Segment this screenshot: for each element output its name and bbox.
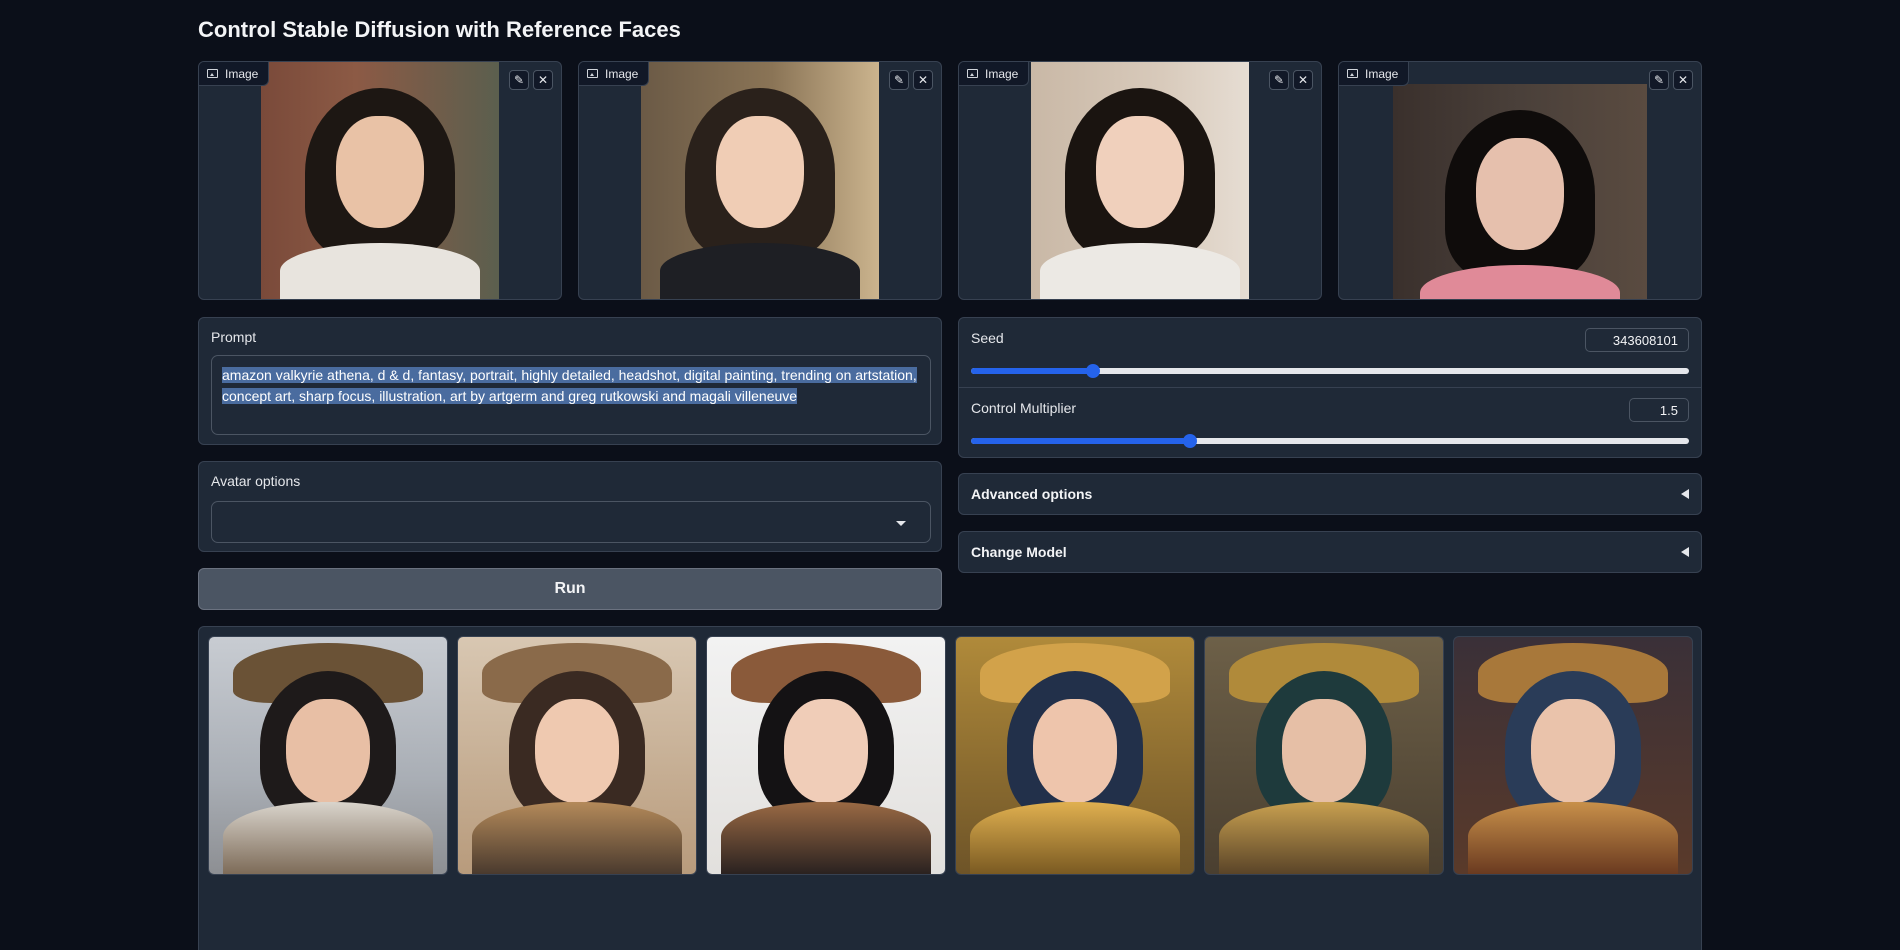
avatar-options-panel: Avatar options bbox=[198, 461, 942, 552]
close-icon[interactable]: ✕ bbox=[913, 70, 933, 90]
sliders-panel: Seed 343608101 Control Multiplier 1.5 bbox=[958, 317, 1702, 458]
prompt-text: amazon valkyrie athena, d & d, fantasy, … bbox=[222, 367, 917, 404]
image-icon bbox=[1347, 69, 1358, 78]
advanced-options-label: Advanced options bbox=[971, 486, 1093, 502]
seed-slider[interactable] bbox=[971, 364, 1689, 378]
edit-icon[interactable]: ✎ bbox=[509, 70, 529, 90]
prompt-panel: Prompt amazon valkyrie athena, d & d, fa… bbox=[198, 317, 942, 445]
image-label: Image bbox=[959, 62, 1030, 86]
control-multiplier-slider-thumb[interactable] bbox=[1182, 434, 1197, 448]
image-icon bbox=[967, 69, 978, 78]
image-label: Image bbox=[199, 62, 270, 86]
change-model-label: Change Model bbox=[971, 544, 1067, 560]
gallery-image-6[interactable] bbox=[1453, 636, 1693, 875]
reference-image-4[interactable]: Image ✎ ✕ bbox=[1338, 61, 1702, 300]
change-model-accordion[interactable]: Change Model bbox=[958, 531, 1702, 573]
gallery-image-2[interactable] bbox=[457, 636, 697, 875]
chevron-left-icon bbox=[1681, 489, 1689, 499]
edit-icon[interactable]: ✎ bbox=[889, 70, 909, 90]
reference-photo bbox=[261, 62, 499, 299]
close-icon[interactable]: ✕ bbox=[1293, 70, 1313, 90]
image-icon bbox=[587, 69, 598, 78]
gallery-image-5[interactable] bbox=[1204, 636, 1444, 875]
reference-image-2[interactable]: Image ✎ ✕ bbox=[578, 61, 942, 300]
prompt-input[interactable]: amazon valkyrie athena, d & d, fantasy, … bbox=[211, 355, 931, 435]
run-button[interactable]: Run bbox=[198, 568, 942, 610]
edit-icon[interactable]: ✎ bbox=[1649, 70, 1669, 90]
edit-icon[interactable]: ✎ bbox=[1269, 70, 1289, 90]
seed-label: Seed bbox=[971, 330, 1004, 346]
reference-image-1[interactable]: Image ✎ ✕ bbox=[198, 61, 562, 300]
avatar-options-dropdown[interactable] bbox=[211, 501, 931, 543]
control-multiplier-slider-fill bbox=[971, 438, 1190, 444]
reference-photo bbox=[1031, 62, 1249, 299]
reference-photo bbox=[641, 62, 879, 299]
advanced-options-accordion[interactable]: Advanced options bbox=[958, 473, 1702, 515]
avatar-options-label: Avatar options bbox=[211, 473, 301, 489]
image-icon bbox=[207, 69, 218, 78]
seed-input[interactable]: 343608101 bbox=[1585, 328, 1689, 352]
chevron-down-icon bbox=[896, 521, 906, 526]
seed-slider-fill bbox=[971, 368, 1094, 374]
page-title: Control Stable Diffusion with Reference … bbox=[198, 17, 681, 42]
gallery-image-4[interactable] bbox=[955, 636, 1195, 875]
control-multiplier-slider[interactable] bbox=[971, 434, 1689, 448]
seed-slider-thumb[interactable] bbox=[1086, 364, 1101, 378]
chevron-left-icon bbox=[1681, 547, 1689, 557]
gallery-image-1[interactable] bbox=[208, 636, 448, 875]
control-multiplier-label: Control Multiplier bbox=[971, 400, 1077, 416]
prompt-label: Prompt bbox=[211, 329, 257, 345]
reference-photo bbox=[1393, 84, 1647, 299]
gallery-image-3[interactable] bbox=[706, 636, 946, 875]
divider bbox=[959, 387, 1701, 388]
control-multiplier-input[interactable]: 1.5 bbox=[1629, 398, 1689, 422]
image-label: Image bbox=[579, 62, 650, 86]
reference-image-3[interactable]: Image ✎ ✕ bbox=[958, 61, 1322, 300]
image-label: Image bbox=[1339, 62, 1410, 86]
output-gallery bbox=[198, 626, 1702, 950]
close-icon[interactable]: ✕ bbox=[533, 70, 553, 90]
close-icon[interactable]: ✕ bbox=[1673, 70, 1693, 90]
